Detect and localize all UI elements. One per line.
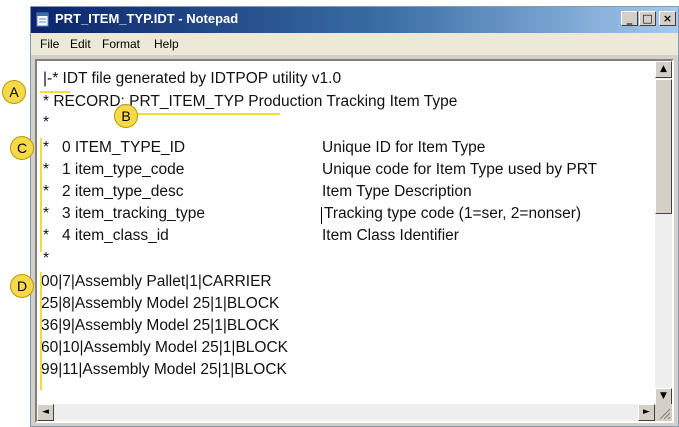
field-desc-0: Unique ID for Item Type [322,139,486,156]
field-line-4: * 4 item_class_id [43,227,169,244]
scroll-up-button[interactable]: ▲ [655,61,672,78]
separator-line: * [43,250,50,267]
callout-d: D [10,274,34,298]
callout-c: C [10,136,34,160]
maximize-button[interactable]: □ [639,11,656,26]
scroll-right-button[interactable]: ► [638,404,655,421]
field-desc-3: Tracking type code (1=ser, 2=nonser) [324,205,582,222]
callout-b-line [130,113,280,115]
field-line-0: * 0 ITEM_TYPE_ID [43,139,186,156]
callout-d-line [40,272,42,390]
callout-c-line [40,138,42,252]
field-desc-1: Unique code for Item Type used by PRT [322,161,598,178]
menu-format[interactable]: Format [102,37,140,51]
header-line-1: |-* IDT file generated by IDTPOP utility… [43,70,342,87]
data-row-1: 25|8|Assembly Model 25|1|BLOCK [41,295,280,312]
data-row-0: 00|7|Assembly Pallet|1|CARRIER [41,273,272,290]
menu-file[interactable]: File [40,37,59,51]
scroll-down-button[interactable]: ▼ [655,388,672,405]
vertical-scroll-thumb[interactable] [655,79,672,214]
window-title: PRT_ITEM_TYP.IDT - Notepad [55,11,239,26]
header-line-2: * RECORD: PRT_ITEM_TYP Production Tracki… [43,93,458,110]
menu-edit[interactable]: Edit [70,37,91,51]
data-row-2: 36|9|Assembly Model 25|1|BLOCK [41,317,280,334]
notepad-icon [36,12,49,27]
minimize-button[interactable]: _ [621,11,638,26]
resize-grip-icon[interactable] [655,404,672,421]
horizontal-scrollbar[interactable]: ◄ ► [37,404,655,421]
menu-help[interactable]: Help [154,37,179,51]
close-button[interactable]: × [659,11,676,26]
field-line-3: * 3 item_tracking_type [43,205,205,222]
notepad-window: PRT_ITEM_TYP.IDT - Notepad _ □ × File Ed… [30,6,679,427]
vertical-scrollbar[interactable]: ▲ ▼ [655,61,672,405]
field-desc-2: Item Type Description [322,183,472,200]
callout-b: B [114,104,138,128]
menu-bar: File Edit Format Help [31,33,678,55]
field-line-2: * 2 item_type_desc [43,183,184,200]
title-bar[interactable]: PRT_ITEM_TYP.IDT - Notepad _ □ × [31,7,678,33]
header-line-3: * [43,114,50,131]
data-row-4: 99|11|Assembly Model 25|1|BLOCK [41,361,287,378]
scroll-left-button[interactable]: ◄ [37,404,54,421]
data-row-3: 60|10|Assembly Model 25|1|BLOCK [41,339,289,356]
text-cursor [321,207,322,224]
field-line-1: * 1 item_type_code [43,161,185,178]
callout-a-line [40,91,70,93]
field-desc-4: Item Class Identifier [322,227,459,244]
callout-a: A [2,80,26,104]
